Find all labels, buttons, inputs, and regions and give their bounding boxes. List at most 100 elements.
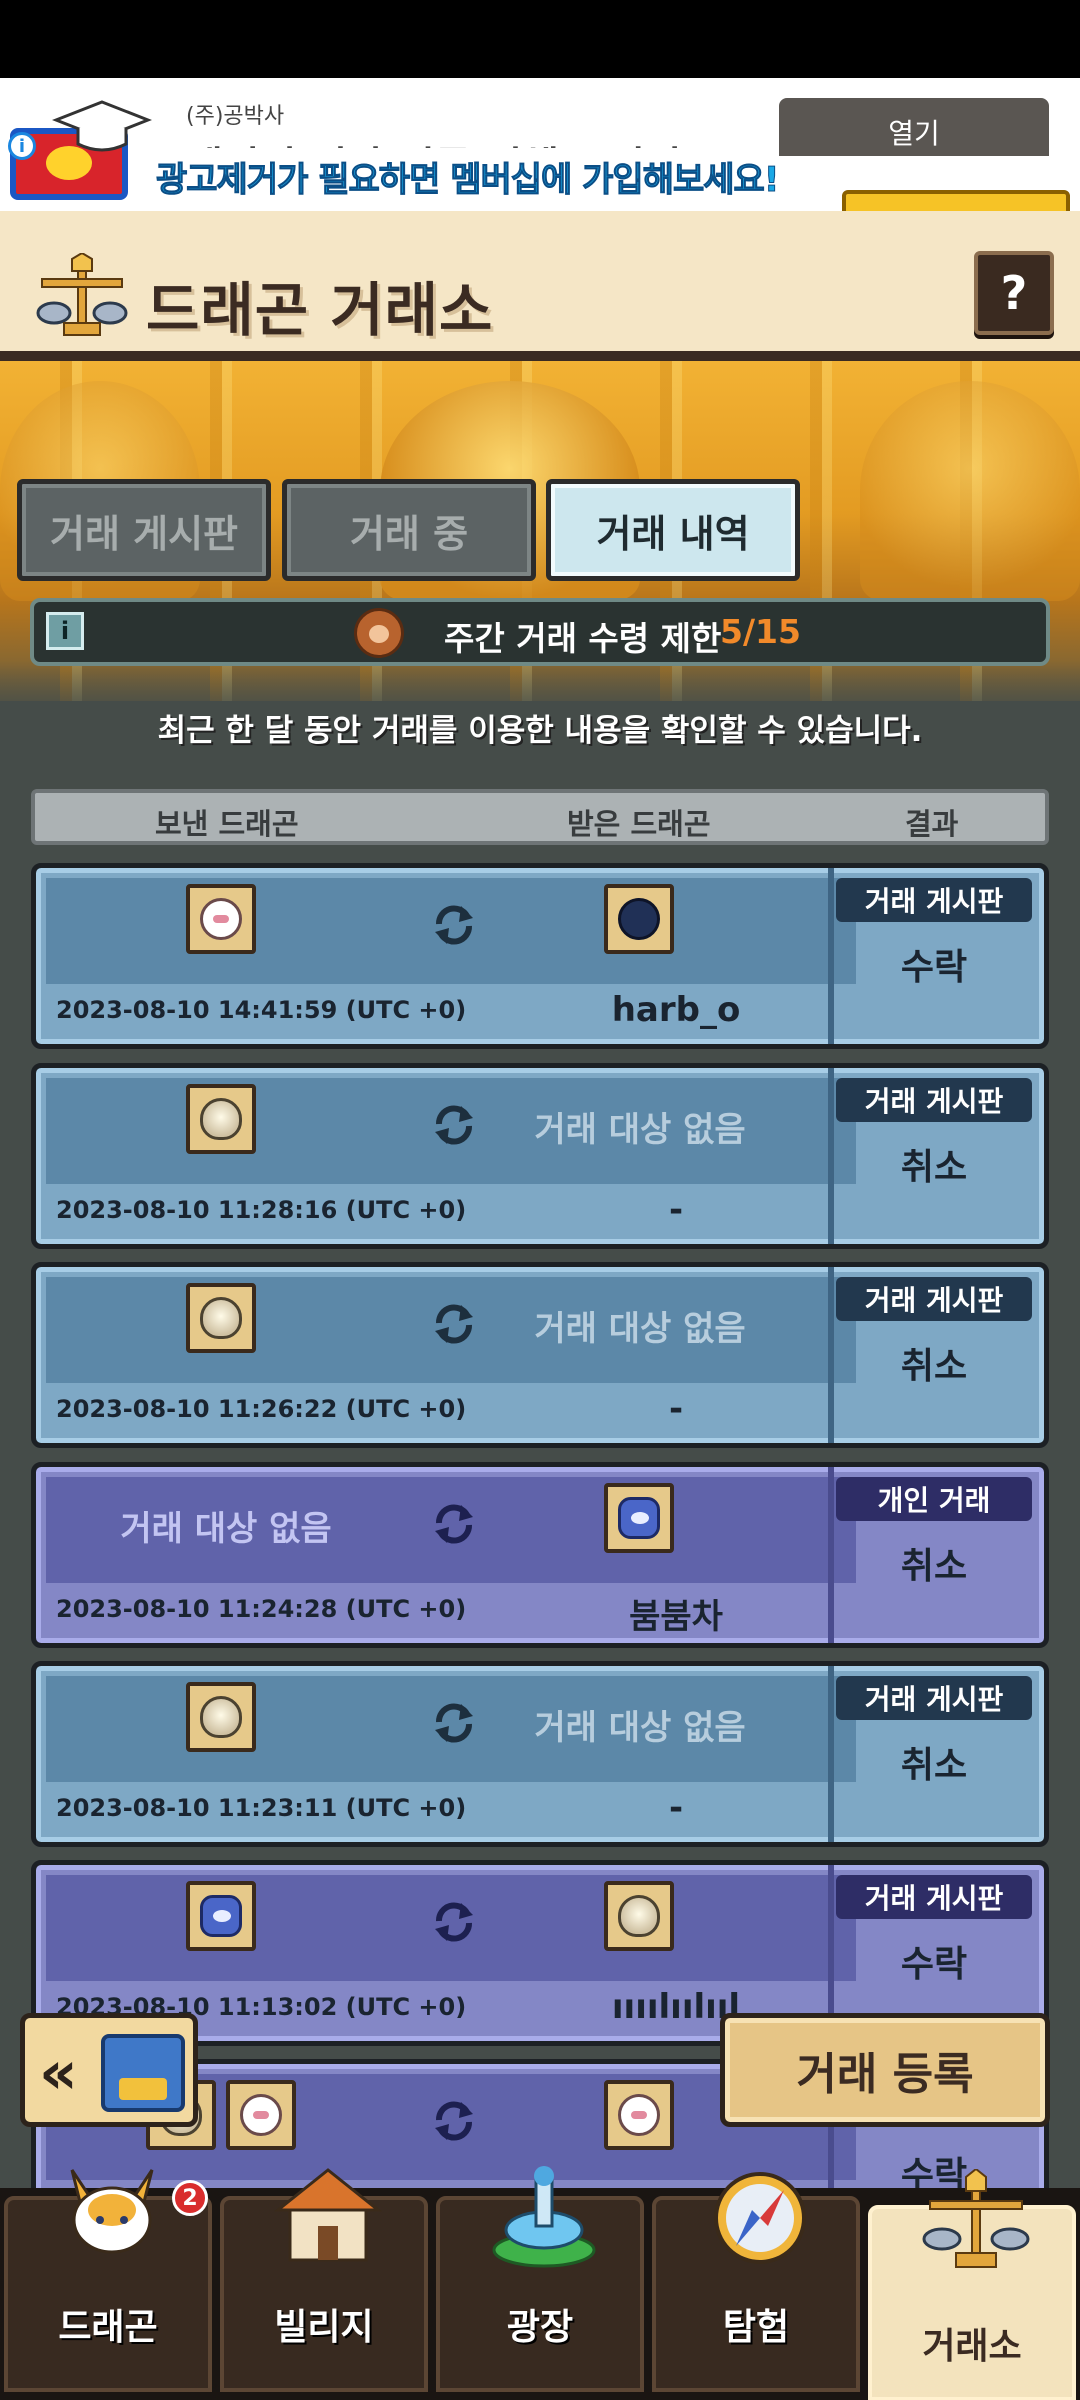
received-dragon-slot[interactable] xyxy=(604,1483,674,1553)
egg-icon xyxy=(200,1098,242,1140)
trade-source-badge: 거래 게시판 xyxy=(836,1676,1032,1720)
tab-trade-history[interactable]: 거래 내역 xyxy=(546,479,800,581)
chevron-left-icon: « xyxy=(39,2038,78,2108)
exchange-icon xyxy=(435,1902,473,1942)
compass-icon xyxy=(714,2172,806,2264)
tab-trading[interactable]: 거래 중 xyxy=(282,479,536,581)
trade-result: 취소 xyxy=(900,1346,968,1387)
sent-dragon-slot[interactable] xyxy=(226,2080,296,2150)
blue-dragon-icon xyxy=(618,1497,660,1539)
table-row[interactable]: 거래 대상 없음 2023-08-10 11:28:16 (UTC +0) - … xyxy=(31,1063,1049,1249)
limit-label: 주간 거래 수령 제한 xyxy=(444,619,722,658)
no-partner-text: 거래 대상 없음 xyxy=(534,1110,746,1150)
pink-dragon-icon xyxy=(618,2094,660,2136)
trade-source-badge: 개인 거래 xyxy=(836,1477,1032,1521)
exchange-icon xyxy=(435,2101,473,2141)
trade-result: 취소 xyxy=(900,1745,968,1786)
exchange-icon xyxy=(435,1304,473,1344)
nav-label: 빌리지 xyxy=(274,2307,374,2348)
tab-trade-board[interactable]: 거래 게시판 xyxy=(17,479,271,581)
trade-source-badge: 거래 게시판 xyxy=(836,1875,1032,1919)
limit-value: 5/15 xyxy=(720,612,801,651)
sent-dragon-slot[interactable] xyxy=(186,1283,256,1353)
blue-dragon-icon xyxy=(200,1895,242,1937)
exchange-icon xyxy=(435,905,473,945)
egg-icon xyxy=(200,1696,242,1738)
trade-result: 취소 xyxy=(900,1147,968,1188)
received-name: 붐붐차 xyxy=(629,1597,723,1637)
table-header: 보낸 드래곤 받은 드래곤 결과 xyxy=(31,789,1049,845)
header-sent: 보낸 드래곤 xyxy=(155,807,299,841)
info-icon[interactable]: i xyxy=(8,132,36,160)
trade-result: 수락 xyxy=(900,947,968,988)
trade-date: 2023-08-10 14:41:59 (UTC +0) xyxy=(56,996,467,1024)
help-button[interactable]: ? xyxy=(974,251,1054,335)
status-bar xyxy=(0,0,1080,78)
trade-date: 2023-08-10 11:24:28 (UTC +0) xyxy=(56,1595,467,1623)
nav-exchange[interactable]: 거래소 xyxy=(868,2169,1076,2400)
no-partner-text: 거래 대상 없음 xyxy=(534,1708,746,1748)
white-dragon-icon xyxy=(240,2094,282,2136)
dragon-face-icon xyxy=(354,608,404,658)
register-trade-button[interactable]: 거래 등록 xyxy=(720,2013,1050,2127)
ad-promo-text: 광고제거가 필요하면 멤버십에 가입해보세요! xyxy=(142,148,793,206)
table-row[interactable]: 거래 대상 없음 2023-08-10 11:23:11 (UTC +0) - … xyxy=(31,1661,1049,1847)
ad-sponsor: (주)공박사 xyxy=(186,104,285,129)
dragon-icon xyxy=(70,2169,154,2254)
nav-label: 거래소 xyxy=(922,2326,1022,2367)
scale-icon xyxy=(36,253,128,336)
house-icon xyxy=(273,2168,383,2262)
cat-dragon-icon xyxy=(200,898,242,940)
nav-label: 광장 xyxy=(506,2307,574,2348)
trade-result: 취소 xyxy=(900,1546,968,1587)
table-row[interactable]: 거래 대상 없음 2023-08-10 11:24:28 (UTC +0) 붐붐… xyxy=(31,1462,1049,1648)
history-notice: 최근 한 달 동안 거래를 이용한 내용을 확인할 수 있습니다. xyxy=(157,713,923,749)
table-row[interactable]: 거래 대상 없음 2023-08-10 11:26:22 (UTC +0) - … xyxy=(31,1262,1049,1448)
exchange-icon xyxy=(435,1504,473,1544)
nav-label: 드래곤 xyxy=(58,2307,158,2348)
trade-date: 2023-08-10 11:23:11 (UTC +0) xyxy=(56,1794,467,1822)
ad-open-button[interactable]: 열기 xyxy=(779,98,1049,156)
table-row[interactable]: 2023-08-10 14:41:59 (UTC +0) harb_o 거래 게… xyxy=(31,863,1049,1049)
statue-decoration-right xyxy=(860,381,1080,601)
chest-icon xyxy=(101,2034,185,2112)
no-partner-text: 거래 대상 없음 xyxy=(534,1309,746,1349)
trade-source-badge: 거래 게시판 xyxy=(836,878,1032,922)
exchange-icon xyxy=(435,1703,473,1743)
trade-date: 2023-08-10 11:28:16 (UTC +0) xyxy=(56,1196,467,1224)
header-result: 결과 xyxy=(905,807,959,841)
received-dragon-slot[interactable] xyxy=(604,1881,674,1951)
received-name: - xyxy=(668,1190,684,1230)
egg-icon xyxy=(618,1895,660,1937)
received-dragon-slot[interactable] xyxy=(604,884,674,954)
exchange-icon xyxy=(435,1105,473,1145)
title-bar: 드래곤 거래소 ? xyxy=(0,211,1080,361)
trade-result: 수락 xyxy=(900,1944,968,1985)
received-name: - xyxy=(668,1788,684,1828)
received-name: harb_o xyxy=(611,990,741,1030)
fountain-icon xyxy=(492,2166,596,2268)
nav-label: 탐험 xyxy=(722,2307,790,2348)
nav-plaza[interactable]: 광장 xyxy=(436,2166,644,2392)
weekly-limit-bar: i 주간 거래 수령 제한 5/15 xyxy=(30,598,1050,666)
received-dragon-slot[interactable] xyxy=(604,2080,674,2150)
egg-icon xyxy=(200,1297,242,1339)
nav-dragon[interactable]: 드래곤 xyxy=(4,2169,212,2392)
nav-village[interactable]: 빌리지 xyxy=(220,2168,428,2392)
sent-dragon-slot[interactable] xyxy=(186,1881,256,1951)
graduation-cap-icon xyxy=(52,100,152,152)
bomb-dragon-icon xyxy=(618,898,660,940)
sent-dragon-slot[interactable] xyxy=(186,884,256,954)
ad-button-bg xyxy=(842,190,1070,211)
sent-dragon-slot[interactable] xyxy=(186,1682,256,1752)
trade-date: 2023-08-10 11:26:22 (UTC +0) xyxy=(56,1395,467,1423)
sent-dragon-slot[interactable] xyxy=(186,1084,256,1154)
header-received: 받은 드래곤 xyxy=(567,807,711,841)
info-icon[interactable]: i xyxy=(46,612,84,650)
received-name: - xyxy=(668,1389,684,1429)
trade-source-badge: 거래 게시판 xyxy=(836,1277,1032,1321)
page-title: 드래곤 거래소 xyxy=(146,276,494,344)
no-partner-text: 거래 대상 없음 xyxy=(120,1509,332,1549)
back-button[interactable]: « xyxy=(20,2013,198,2127)
nav-explore[interactable]: 탐험 xyxy=(652,2172,860,2392)
